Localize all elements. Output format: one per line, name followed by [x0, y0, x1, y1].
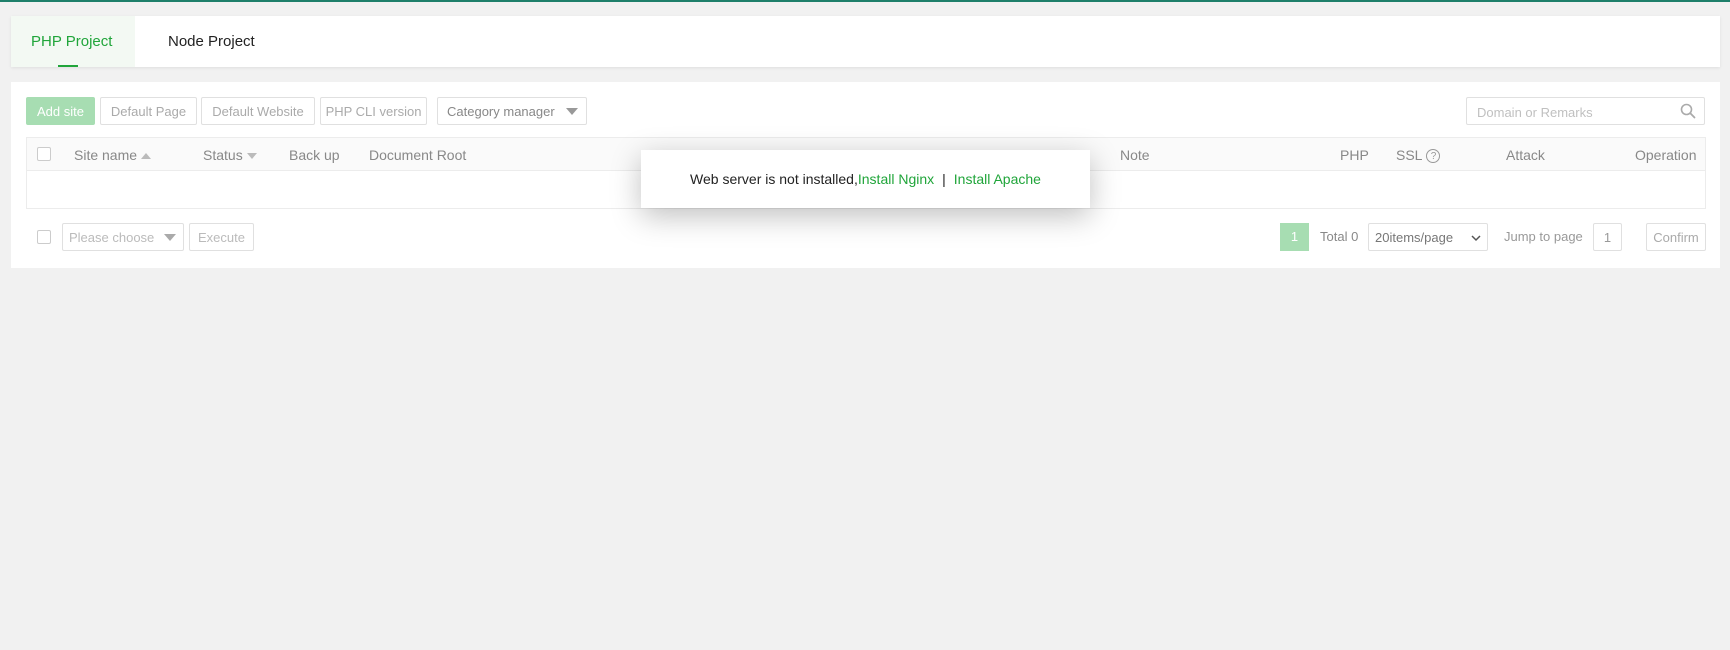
column-ssl: SSL?: [1396, 138, 1441, 172]
php-cli-version-button[interactable]: PHP CLI version: [320, 97, 427, 125]
batch-select-checkbox[interactable]: [37, 230, 51, 244]
column-note: Note: [1120, 147, 1150, 163]
page-size-value: 20items/page: [1375, 230, 1454, 245]
column-site-name[interactable]: Site name: [74, 138, 152, 172]
column-backup: Back up: [289, 147, 340, 163]
add-site-button[interactable]: Add site: [26, 97, 95, 125]
execute-button[interactable]: Execute: [189, 223, 254, 251]
tab-node-project[interactable]: Node Project: [148, 16, 275, 67]
confirm-button[interactable]: Confirm: [1646, 223, 1706, 251]
project-tabs: PHP Project Node Project: [11, 16, 1720, 67]
column-php: PHP: [1340, 147, 1369, 163]
search-icon[interactable]: [1680, 103, 1696, 119]
pagination-current-page[interactable]: 1: [1280, 223, 1309, 251]
chevron-down-icon: [566, 108, 578, 115]
default-page-button[interactable]: Default Page: [100, 97, 197, 125]
search-input[interactable]: [1475, 102, 1669, 122]
column-status-label: Status: [203, 147, 243, 163]
category-manager-label: Category manager: [447, 104, 555, 119]
dialog-message: Web server is not installed,: [690, 171, 858, 187]
batch-operation-select[interactable]: Please choose: [62, 223, 184, 251]
link-separator: |: [942, 171, 946, 187]
search-box: [1466, 97, 1705, 125]
category-manager-select[interactable]: Category manager: [437, 97, 587, 125]
pagination-total: Total 0: [1320, 229, 1359, 244]
chevron-down-icon: [1471, 235, 1481, 242]
tab-php-project[interactable]: PHP Project: [11, 16, 135, 67]
sort-desc-icon: [246, 153, 257, 160]
install-apache-link[interactable]: Install Apache: [954, 171, 1041, 187]
jump-to-page-input[interactable]: 1: [1593, 223, 1622, 251]
column-ssl-label: SSL: [1396, 147, 1423, 163]
sort-asc-icon: [141, 153, 152, 160]
column-site-name-label: Site name: [74, 147, 138, 163]
column-status[interactable]: Status: [203, 138, 257, 172]
help-icon[interactable]: ?: [1426, 149, 1441, 164]
page-size-select[interactable]: 20items/page: [1368, 223, 1488, 251]
top-accent-bar: [0, 0, 1730, 2]
chevron-down-icon: [164, 234, 176, 241]
install-nginx-link[interactable]: Install Nginx: [858, 171, 934, 187]
web-server-not-installed-dialog: Web server is not installed,Install Ngin…: [641, 150, 1090, 208]
column-attack: Attack: [1506, 147, 1545, 163]
select-all-checkbox[interactable]: [37, 147, 51, 161]
batch-operation-placeholder: Please choose: [69, 230, 155, 245]
column-operation: Operation: [1635, 147, 1697, 163]
column-document-root: Document Root: [369, 147, 467, 163]
default-website-button[interactable]: Default Website: [201, 97, 315, 125]
jump-to-page-label: Jump to page: [1504, 229, 1583, 244]
